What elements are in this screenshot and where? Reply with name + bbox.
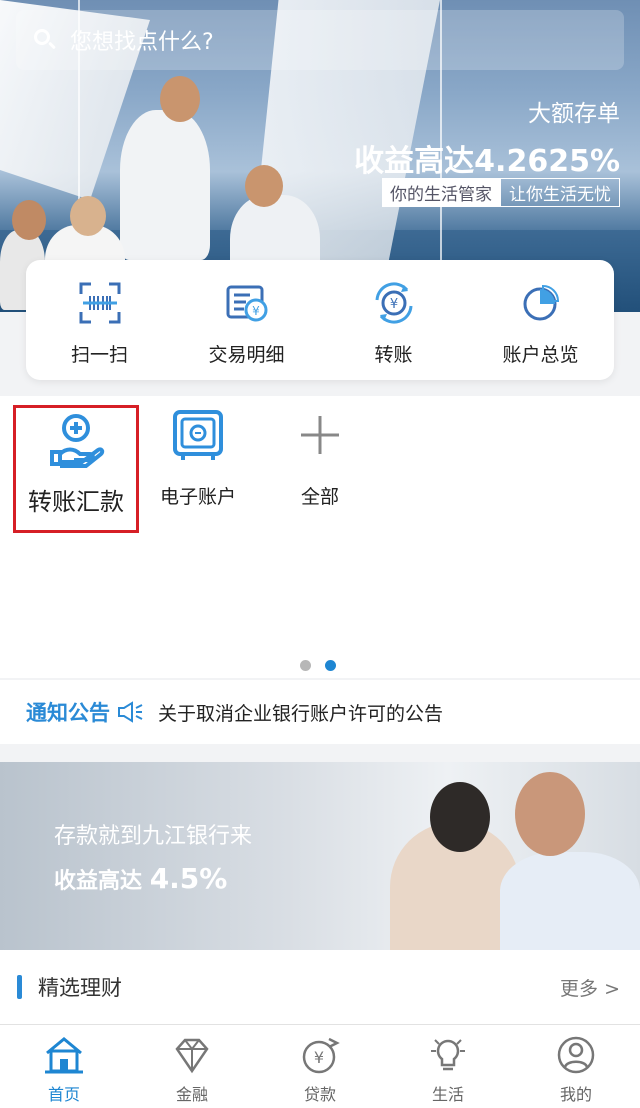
search-placeholder: 您想找点什么? (70, 30, 214, 55)
tab-label: 贷款 (303, 1085, 336, 1104)
quick-action-label: 转账 (374, 344, 413, 366)
quick-actions-card: 扫一扫 ¥ 交易明细 ¥ 转账 账户总览 (26, 260, 614, 380)
loan-icon: ¥ (302, 1037, 340, 1074)
quick-action-scan[interactable]: 扫一扫 (26, 260, 173, 380)
banner-line2: 收益高达 4.5% (54, 862, 227, 895)
tab-label: 首页 (47, 1085, 80, 1104)
tab-mine[interactable]: 我的 (512, 1025, 640, 1108)
notice-title: 通知公告 (26, 701, 110, 725)
promo-tag: 你的生活管家 (382, 178, 500, 207)
banner-person-hair (430, 782, 490, 852)
notice-bar[interactable]: 通知公告 关于取消企业银行账户许可的公告 (0, 680, 640, 744)
transaction-detail-icon: ¥ (226, 285, 267, 322)
banner-person (500, 852, 640, 950)
page-indicator (300, 660, 336, 671)
diamond-icon (175, 1038, 209, 1074)
bulb-icon (431, 1039, 465, 1071)
more-link[interactable]: 更多 > (560, 974, 620, 1001)
finance-title: 精选理财 (38, 976, 122, 1000)
plus-icon (301, 416, 339, 454)
grid-item-all[interactable]: 全部 (256, 408, 384, 509)
page-dot[interactable] (300, 660, 311, 671)
e-account-icon (173, 410, 223, 460)
deposit-banner[interactable]: 存款就到九江银行来 收益高达 4.5% (0, 762, 640, 950)
tab-home[interactable]: 首页 (0, 1025, 128, 1108)
quick-action-label: 扫一扫 (70, 344, 128, 366)
promo-tags: 你的生活管家 让你生活无忧 (382, 178, 620, 207)
search-bar[interactable]: 您想找点什么? (16, 10, 624, 70)
home-icon (45, 1037, 83, 1074)
page-dot-active[interactable] (325, 660, 336, 671)
tab-loan[interactable]: ¥ 贷款 (256, 1025, 384, 1108)
svg-text:¥: ¥ (252, 304, 260, 318)
account-overview-icon (523, 284, 559, 321)
svg-text:¥: ¥ (314, 1048, 324, 1067)
megaphone-icon (118, 701, 143, 723)
transfer-icon: ¥ (375, 282, 412, 324)
person-head (12, 200, 46, 240)
grid-label: 电子账户 (159, 486, 236, 508)
person-head (160, 76, 200, 122)
section-accent-bar (17, 975, 22, 999)
quick-action-label: 交易明细 (208, 344, 285, 366)
tab-label: 生活 (431, 1085, 464, 1104)
tab-life[interactable]: 生活 (384, 1025, 512, 1108)
scan-icon (79, 282, 120, 324)
quick-action-label: 账户总览 (502, 344, 579, 366)
banner-person-head (515, 772, 585, 856)
banner-line1: 存款就到九江银行来 (54, 824, 253, 849)
promo-title: 收益高达4.2625% (354, 144, 620, 179)
grid-label: 全部 (300, 486, 339, 508)
promo-tag: 让你生活无忧 (500, 178, 620, 207)
quick-action-overview[interactable]: 账户总览 (467, 260, 614, 380)
quick-action-transactions[interactable]: ¥ 交易明细 (173, 260, 320, 380)
notice-text[interactable]: 关于取消企业银行账户许可的公告 (158, 699, 443, 726)
person-figure (120, 110, 210, 260)
banner-rate: 4.5% (149, 862, 228, 895)
bottom-tabbar: 首页 金融 ¥ 贷款 生活 我的 (0, 1024, 640, 1108)
promo-subtitle: 大额存单 (528, 101, 620, 127)
tab-label: 我的 (559, 1085, 592, 1104)
finance-section-header: 精选理财 更多 > (0, 950, 640, 1024)
quick-action-transfer[interactable]: ¥ 转账 (320, 260, 467, 380)
tab-finance[interactable]: 金融 (128, 1025, 256, 1108)
user-icon (557, 1036, 595, 1074)
tab-label: 金融 (175, 1085, 208, 1104)
person-head (245, 165, 283, 207)
svg-text:¥: ¥ (389, 297, 397, 312)
search-icon (32, 27, 58, 53)
highlight-box (13, 405, 139, 533)
promo-text: 大额存单 收益高达4.2625% (354, 94, 620, 180)
grid-item-e-account[interactable]: 电子账户 (134, 408, 262, 509)
person-head (70, 196, 106, 236)
banner-line2-prefix: 收益高达 (54, 869, 143, 894)
